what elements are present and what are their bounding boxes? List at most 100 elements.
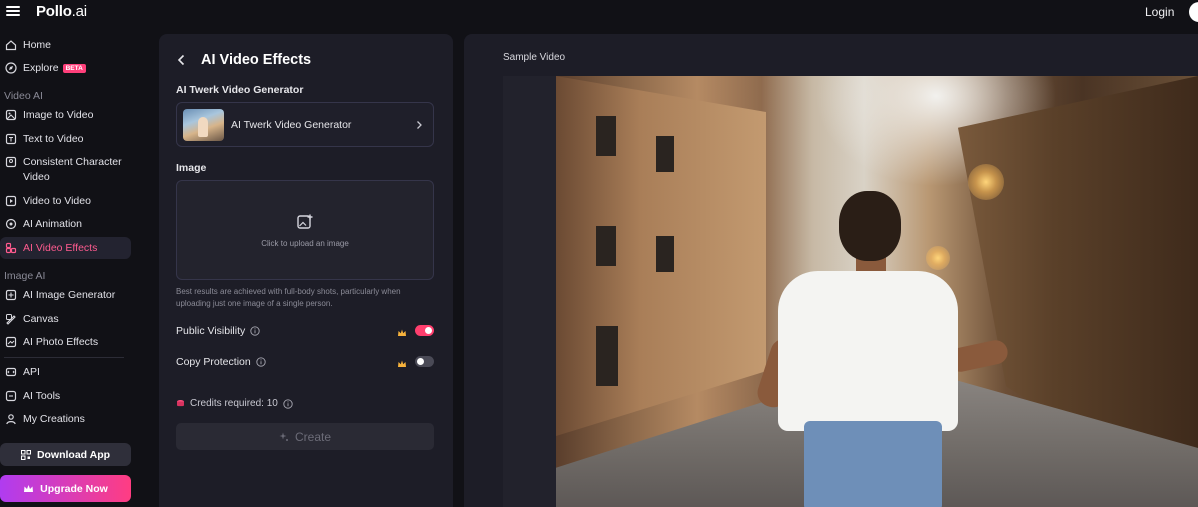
logo[interactable]: Pollo.ai: [36, 3, 87, 20]
sidebar-item-image-to-video[interactable]: Image to Video: [0, 104, 131, 126]
sidebar: Home Explore BETA Video AI Image to Vide…: [0, 24, 140, 507]
effects-panel: AI Video Effects AI Twerk Video Generato…: [159, 34, 453, 507]
scene-person-head: [839, 191, 901, 261]
sidebar-item-label: Consistent Character Video: [23, 156, 122, 183]
effect-field-label: AI Twerk Video Generator: [176, 84, 304, 96]
api-icon: [5, 366, 17, 378]
canvas-icon: [5, 313, 17, 325]
public-visibility-toggle[interactable]: [415, 325, 434, 336]
crown-icon: [397, 356, 407, 367]
public-visibility-row: Public Visibility: [176, 323, 434, 339]
sidebar-item-label: AI Image Generator: [23, 289, 116, 301]
sidebar-item-consistent-character-video[interactable]: Consistent Character Video: [0, 151, 131, 183]
sidebar-item-label: AI Animation: [23, 218, 82, 230]
scene-window: [596, 116, 616, 156]
sidebar-item-label: Canvas: [23, 313, 59, 325]
upload-instruction: Click to upload an image: [261, 238, 349, 248]
credits-required: Credits required: 10: [176, 398, 293, 409]
copy-protection-label: Copy Protection: [176, 356, 251, 368]
sidebar-item-ai-animation[interactable]: AI Animation: [0, 213, 131, 235]
scene-window: [596, 326, 618, 386]
coin-icon: [176, 399, 185, 408]
sidebar-item-text-to-video[interactable]: Text to Video: [0, 128, 131, 150]
upgrade-now-label: Upgrade Now: [40, 482, 108, 495]
home-icon: [5, 39, 17, 51]
crown-icon: [397, 325, 407, 336]
sidebar-item-label: Home: [23, 39, 52, 51]
video-icon: [5, 195, 17, 207]
scene-window: [656, 236, 674, 272]
effects-icon: [5, 242, 17, 254]
sidebar-item-label: My Creations: [23, 413, 85, 425]
create-button[interactable]: Create: [176, 423, 434, 450]
sidebar-item-label: AI Photo Effects: [23, 336, 99, 348]
public-visibility-label: Public Visibility: [176, 325, 246, 337]
image-field-label: Image: [176, 162, 207, 174]
sidebar-item-api[interactable]: API: [0, 361, 131, 383]
section-label-video-ai: Video AI: [4, 90, 43, 102]
scene-window: [596, 226, 616, 266]
sidebar-divider: [4, 357, 124, 358]
upgrade-now-button[interactable]: Upgrade Now: [0, 475, 131, 502]
sidebar-item-label: Text to Video: [23, 133, 84, 145]
sidebar-item-my-creations[interactable]: My Creations: [0, 408, 131, 430]
compass-icon: [5, 62, 17, 74]
preview-label: Sample Video: [503, 52, 566, 63]
info-icon[interactable]: [250, 326, 260, 336]
scene-person-jeans: [804, 421, 942, 507]
chevron-right-icon: [415, 120, 423, 130]
photo-effects-icon: [5, 336, 17, 348]
effect-thumbnail: [183, 108, 224, 141]
effect-select-value: AI Twerk Video Generator: [231, 118, 352, 131]
section-label-image-ai: Image AI: [4, 270, 46, 282]
copy-protection-toggle[interactable]: [415, 356, 434, 367]
image-video-icon: [5, 109, 17, 121]
sidebar-item-ai-photo-effects[interactable]: AI Photo Effects: [0, 331, 131, 353]
upload-image-icon: [296, 213, 314, 231]
animation-icon: [5, 218, 17, 230]
sidebar-item-label: AI Tools: [23, 390, 61, 402]
image-generator-icon: [5, 289, 17, 301]
sample-video[interactable]: [556, 76, 1198, 507]
qr-code-icon: [20, 449, 31, 460]
scene-lamp: [968, 164, 1004, 200]
logo-suffix: .ai: [71, 3, 87, 20]
sidebar-item-label: AI Video Effects: [23, 242, 98, 254]
sidebar-item-video-to-video[interactable]: Video to Video: [0, 190, 131, 212]
preview-panel: Sample Video: [464, 34, 1198, 507]
download-app-button[interactable]: Download App: [0, 443, 131, 466]
tools-icon: [5, 390, 17, 402]
sidebar-item-explore[interactable]: Explore BETA: [0, 57, 131, 79]
sidebar-item-ai-tools[interactable]: AI Tools: [0, 385, 131, 407]
page-title: AI Video Effects: [201, 52, 312, 68]
sidebar-item-canvas[interactable]: Canvas: [0, 308, 131, 330]
sidebar-item-label: Image to Video: [23, 109, 94, 121]
beta-badge: BETA: [62, 63, 86, 73]
info-icon[interactable]: [256, 357, 266, 367]
login-link[interactable]: Login: [1145, 5, 1174, 19]
scene-window: [656, 136, 674, 172]
panel-header: AI Video Effects: [177, 52, 311, 68]
character-icon: [5, 156, 17, 168]
back-arrow-icon[interactable]: [177, 53, 191, 67]
scene-person-shirt: [778, 271, 958, 431]
sidebar-item-ai-image-generator[interactable]: AI Image Generator: [0, 284, 131, 306]
logo-main: Pollo: [36, 3, 72, 20]
info-icon[interactable]: [283, 398, 293, 409]
sidebar-item-ai-video-effects[interactable]: AI Video Effects: [0, 237, 131, 259]
create-label: Create: [294, 429, 332, 444]
sidebar-item-label: API: [23, 366, 40, 378]
avatar[interactable]: [1189, 2, 1198, 22]
effect-select[interactable]: AI Twerk Video Generator: [176, 102, 434, 147]
user-icon: [5, 413, 17, 425]
copy-protection-row: Copy Protection: [176, 354, 434, 370]
download-app-label: Download App: [36, 448, 111, 461]
text-video-icon: [5, 133, 17, 145]
menu-icon[interactable]: [6, 4, 20, 18]
credits-text: Credits required: 10: [190, 398, 278, 409]
sidebar-item-home[interactable]: Home: [0, 34, 131, 56]
image-upload-area[interactable]: Click to upload an image: [176, 180, 434, 280]
crown-icon: [23, 484, 34, 494]
top-bar: Pollo.ai Login: [0, 0, 1198, 24]
upload-hint: Best results are achieved with full-body…: [176, 287, 401, 308]
